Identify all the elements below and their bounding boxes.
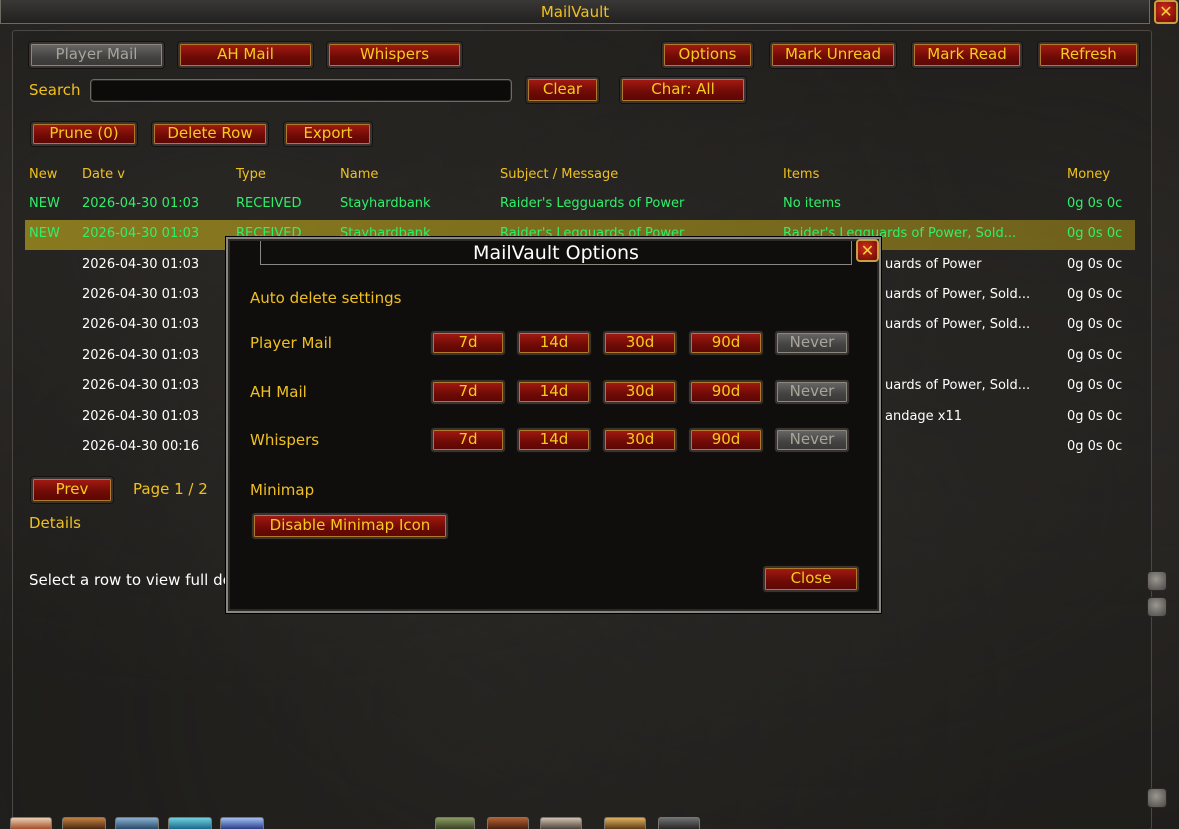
delete-row-button[interactable]: Delete Row	[152, 122, 268, 146]
window-title: MailVault	[540, 3, 610, 21]
column-header-new[interactable]: New	[29, 167, 57, 182]
row-date: 2026-04-30 01:03	[82, 196, 200, 211]
action-bar-slot-icon[interactable]	[487, 817, 529, 829]
row-subject: Raider's Legguards of Power	[500, 196, 685, 211]
row-date: 2026-04-30 01:03	[82, 378, 200, 393]
prev-page-button[interactable]: Prev	[31, 477, 113, 503]
whispers-7d-button[interactable]: 7d	[431, 428, 505, 452]
tab-whispers[interactable]: Whispers	[327, 42, 462, 68]
row-date: 2026-04-30 01:03	[82, 287, 200, 302]
whispers-90d-button[interactable]: 90d	[689, 428, 763, 452]
row-date: 2026-04-30 01:03	[82, 409, 200, 424]
action-bar-slot-icon[interactable]	[540, 817, 582, 829]
action-bar-slot-icon[interactable]	[62, 817, 106, 829]
tab-player-mail[interactable]: Player Mail	[29, 42, 164, 68]
disable-minimap-icon-button[interactable]: Disable Minimap Icon	[252, 513, 448, 539]
column-header-money[interactable]: Money	[1067, 167, 1110, 182]
scroll-thumb[interactable]	[1147, 597, 1167, 617]
ah-mail-14d-button[interactable]: 14d	[517, 380, 591, 404]
details-text: Select a row to view full de	[29, 571, 232, 589]
action-bar-slot-icon[interactable]	[604, 817, 646, 829]
ah-mail-7d-button[interactable]: 7d	[431, 380, 505, 404]
column-header-name[interactable]: Name	[340, 167, 378, 182]
mark-read-button[interactable]: Mark Read	[912, 42, 1022, 68]
table-row[interactable]: NEW 2026-04-30 01:03 RECEIVED Stayhardba…	[25, 190, 1135, 220]
ah-mail-never-button[interactable]: Never	[775, 380, 849, 404]
player-mail-never-button[interactable]: Never	[775, 331, 849, 355]
action-bar-slot-icon[interactable]	[10, 817, 52, 829]
options-dialog-title: MailVault Options	[260, 241, 852, 265]
options-dialog-close-icon[interactable]: ✕	[856, 239, 879, 262]
search-input[interactable]	[90, 79, 512, 102]
column-header-date[interactable]: Date v	[82, 167, 125, 182]
row-money: 0g 0s 0c	[1067, 409, 1123, 424]
page-indicator: Page 1 / 2	[133, 480, 208, 498]
scroll-down-icon[interactable]	[1147, 788, 1167, 808]
tab-ah-mail[interactable]: AH Mail	[178, 42, 313, 68]
details-heading: Details	[29, 514, 82, 532]
row-date: 2026-04-30 01:03	[82, 226, 200, 241]
row-items: andage x11	[885, 409, 963, 424]
ah-mail-90d-button[interactable]: 90d	[689, 380, 763, 404]
row-money: 0g 0s 0c	[1067, 257, 1123, 272]
options-button[interactable]: Options	[662, 42, 753, 68]
action-bar-slot-icon[interactable]	[220, 817, 264, 829]
row-items: uards of Power, Sold...	[885, 287, 1031, 302]
column-header-subject[interactable]: Subject / Message	[500, 167, 618, 182]
action-bar-slot-icon[interactable]	[115, 817, 159, 829]
row-date: 2026-04-30 01:03	[82, 317, 200, 332]
row-type: RECEIVED	[236, 196, 302, 211]
options-close-button[interactable]: Close	[763, 566, 859, 592]
player-mail-14d-button[interactable]: 14d	[517, 331, 591, 355]
action-bar-slot-icon[interactable]	[435, 817, 475, 829]
row-items: uards of Power	[885, 257, 982, 272]
search-label: Search	[29, 81, 81, 99]
player-mail-7d-button[interactable]: 7d	[431, 331, 505, 355]
whispers-never-button[interactable]: Never	[775, 428, 849, 452]
action-bar-slot-icon[interactable]	[658, 817, 700, 829]
row-new-badge: NEW	[29, 196, 60, 211]
export-button[interactable]: Export	[284, 122, 372, 146]
row-money: 0g 0s 0c	[1067, 378, 1123, 393]
player-mail-90d-button[interactable]: 90d	[689, 331, 763, 355]
row-date: 2026-04-30 01:03	[82, 348, 200, 363]
row-items: No items	[783, 196, 841, 211]
prune-button[interactable]: Prune (0)	[31, 122, 137, 146]
row-money: 0g 0s 0c	[1067, 317, 1123, 332]
auto-delete-heading: Auto delete settings	[250, 289, 402, 307]
options-dialog: MailVault Options Auto delete settings P…	[226, 237, 881, 613]
row-money: 0g 0s 0c	[1067, 439, 1123, 454]
row-items: uards of Power, Sold...	[885, 317, 1031, 332]
row-date: 2026-04-30 01:03	[82, 257, 200, 272]
whispers-14d-button[interactable]: 14d	[517, 428, 591, 452]
row-money: 0g 0s 0c	[1067, 348, 1123, 363]
row-name: Stayhardbank	[340, 196, 431, 211]
ah-mail-row-label: AH Mail	[250, 383, 307, 401]
action-bar-slot-icon[interactable]	[168, 817, 212, 829]
whispers-30d-button[interactable]: 30d	[603, 428, 677, 452]
player-mail-row-label: Player Mail	[250, 334, 332, 352]
whispers-row-label: Whispers	[250, 431, 320, 449]
mark-unread-button[interactable]: Mark Unread	[770, 42, 896, 68]
window-title-bar[interactable]: MailVault	[0, 0, 1150, 24]
ah-mail-30d-button[interactable]: 30d	[603, 380, 677, 404]
refresh-button[interactable]: Refresh	[1038, 42, 1139, 68]
char-filter-button[interactable]: Char: All	[620, 77, 746, 103]
scroll-up-icon[interactable]	[1147, 571, 1167, 591]
column-header-items[interactable]: Items	[783, 167, 819, 182]
clear-button[interactable]: Clear	[526, 77, 599, 103]
row-money: 0g 0s 0c	[1067, 287, 1123, 302]
row-new-badge: NEW	[29, 226, 60, 241]
player-mail-30d-button[interactable]: 30d	[603, 331, 677, 355]
row-date: 2026-04-30 00:16	[82, 439, 200, 454]
row-money: 0g 0s 0c	[1067, 196, 1123, 211]
minimap-heading: Minimap	[250, 481, 315, 499]
row-money: 0g 0s 0c	[1067, 226, 1123, 241]
column-header-type[interactable]: Type	[236, 167, 266, 182]
row-items: uards of Power, Sold...	[885, 378, 1031, 393]
window-close-button[interactable]: ✕	[1154, 0, 1178, 24]
